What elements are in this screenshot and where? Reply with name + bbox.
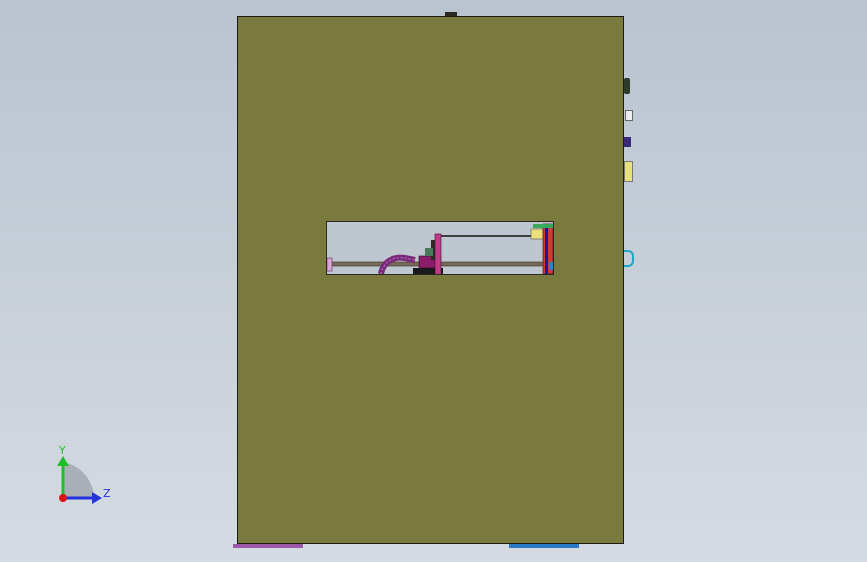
side-block-purple — [624, 137, 631, 147]
foot-right — [509, 544, 579, 548]
y-axis-arrow — [57, 456, 69, 466]
z-axis-arrow — [92, 492, 102, 504]
side-knob-top — [624, 78, 630, 94]
origin-icon — [59, 494, 67, 502]
triad-arc — [63, 462, 94, 500]
side-block-yellow — [624, 161, 633, 182]
left-end-stop — [327, 257, 333, 272]
enclosure-panel[interactable] — [237, 16, 624, 544]
z-axis-label: Z — [103, 487, 111, 500]
side-clip-white — [625, 110, 633, 121]
orientation-triad[interactable]: Y Z — [48, 440, 128, 510]
limit-block — [530, 228, 544, 240]
motor-bracket — [434, 233, 442, 274]
foot-left — [233, 544, 303, 548]
inspection-window — [326, 221, 554, 275]
mechanism-drawing — [327, 223, 553, 274]
y-axis-label: Y — [58, 444, 66, 457]
cad-viewport[interactable]: Y Z — [0, 0, 867, 562]
side-hook-cyan — [624, 250, 634, 267]
